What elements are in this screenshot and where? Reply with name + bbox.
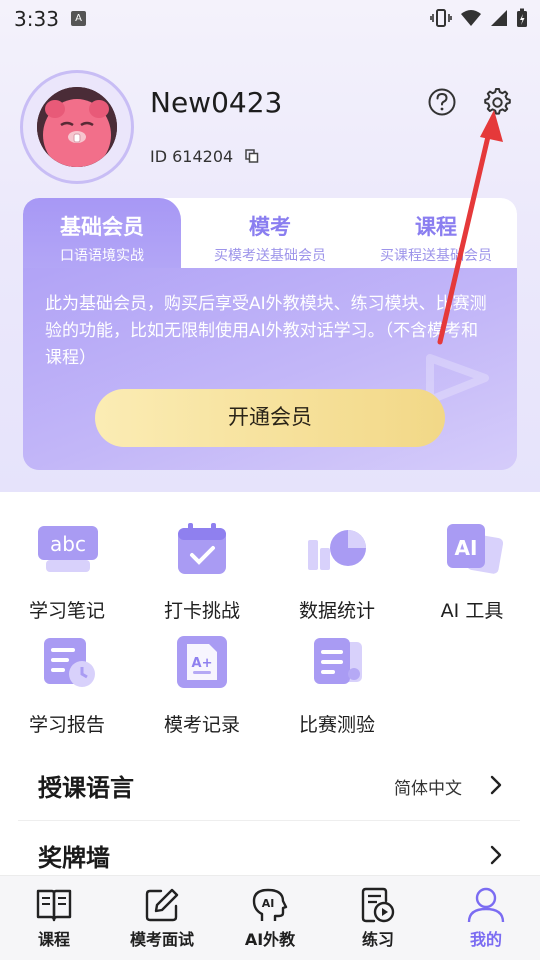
nav-item-course[interactable]: 课程 xyxy=(0,876,108,960)
svg-text:AI: AI xyxy=(262,897,275,910)
help-icon[interactable] xyxy=(427,87,457,117)
wifi-icon xyxy=(461,10,481,26)
tab-subtitle: 买课程送基础会员 xyxy=(380,248,492,264)
tab-subtitle: 买模考送基础会员 xyxy=(214,248,326,264)
ai-tool-icon: AI xyxy=(447,524,504,574)
nav-label: 模考面试 xyxy=(129,930,194,949)
grid-item-ai-tool[interactable]: AI AI 工具 xyxy=(422,522,522,623)
ai-head-icon: AI xyxy=(252,888,288,921)
tab-title: 基础会员 xyxy=(60,215,144,239)
grid-label: 学习报告 xyxy=(28,714,105,736)
nav-item-mock-interview[interactable]: 模考面试 xyxy=(108,876,216,960)
tab-title: 课程 xyxy=(415,215,457,239)
username: New0423 xyxy=(150,86,283,119)
nav-item-ai-tutor[interactable]: AI AI外教 xyxy=(216,876,324,960)
svg-text:A+: A+ xyxy=(192,656,213,671)
calendar-check-icon xyxy=(178,523,226,574)
signal-icon xyxy=(491,10,507,26)
svg-text:AI: AI xyxy=(455,536,478,560)
tab-subtitle: 口语语境实战 xyxy=(60,248,144,264)
row-teaching-language[interactable]: 授课语言 简体中文 xyxy=(18,752,520,820)
battery-icon xyxy=(517,8,527,27)
grid-item-exam-record[interactable]: A+ 模考记录 xyxy=(152,636,252,737)
grid-item-stats[interactable]: 数据统计 xyxy=(287,522,387,623)
nav-label: 我的 xyxy=(469,930,502,949)
book-icon xyxy=(36,889,72,922)
grid-label: 学习笔记 xyxy=(28,600,105,622)
grid-label: 比赛测验 xyxy=(298,714,375,736)
gear-icon[interactable] xyxy=(481,86,511,116)
avatar-ring[interactable] xyxy=(20,70,134,184)
avatar xyxy=(37,87,117,167)
tab-title: 模考 xyxy=(249,215,291,239)
bottom-nav: 课程 模考面试 AI AI外教 练习 我的 xyxy=(0,875,540,960)
grid-label: AI 工具 xyxy=(440,600,504,622)
practice-icon xyxy=(361,887,395,923)
nav-item-mine[interactable]: 我的 xyxy=(432,876,540,960)
contest-icon xyxy=(314,638,362,684)
chevron-right-icon xyxy=(490,845,502,865)
row-title: 奖牌墙 xyxy=(38,844,110,872)
divider xyxy=(18,820,520,821)
nav-item-practice[interactable]: 练习 xyxy=(324,876,432,960)
grid-item-notes[interactable]: abc 学习笔记 xyxy=(17,522,117,623)
tab-basic-member[interactable]: 基础会员 口语语境实战 xyxy=(23,198,181,268)
report-icon xyxy=(44,638,95,687)
notes-abc-icon: abc xyxy=(38,526,98,572)
nav-label: 练习 xyxy=(361,930,394,949)
row-title: 授课语言 xyxy=(38,774,134,802)
copy-icon[interactable] xyxy=(245,149,259,163)
status-time: 3:33 xyxy=(14,7,59,31)
grid-item-checkin[interactable]: 打卡挑战 xyxy=(152,522,252,623)
grid-label: 模考记录 xyxy=(163,714,240,736)
open-membership-button[interactable]: 开通会员 xyxy=(95,389,445,447)
grid-label: 数据统计 xyxy=(298,600,375,622)
tab-mock-exam[interactable]: 模考 买模考送基础会员 xyxy=(193,198,347,268)
notification-badge: A xyxy=(71,11,86,26)
grid-label: 打卡挑战 xyxy=(163,600,240,622)
pink-creature-avatar xyxy=(37,87,117,167)
vibrate-icon xyxy=(430,9,452,27)
grid-item-report[interactable]: 学习报告 xyxy=(17,636,117,737)
edit-icon xyxy=(145,888,179,922)
svg-text:abc: abc xyxy=(50,532,86,556)
user-id: ID 614204 xyxy=(150,147,234,166)
status-icons xyxy=(430,7,528,29)
membership-card: 基础会员 口语语境实战 模考 买模考送基础会员 课程 买课程送基础会员 此为基础… xyxy=(23,198,517,470)
chevron-right-icon xyxy=(490,775,502,795)
profile-icon xyxy=(467,887,505,923)
status-bar: 3:33 A xyxy=(0,0,540,38)
exam-record-icon: A+ xyxy=(177,636,227,688)
row-value: 简体中文 xyxy=(394,779,462,799)
nav-label: 课程 xyxy=(37,930,70,949)
grid-item-contest[interactable]: 比赛测验 xyxy=(287,636,387,737)
stats-chart-icon xyxy=(308,530,366,570)
nav-label: AI外教 xyxy=(244,930,296,949)
tab-course[interactable]: 课程 买课程送基础会员 xyxy=(359,198,513,268)
